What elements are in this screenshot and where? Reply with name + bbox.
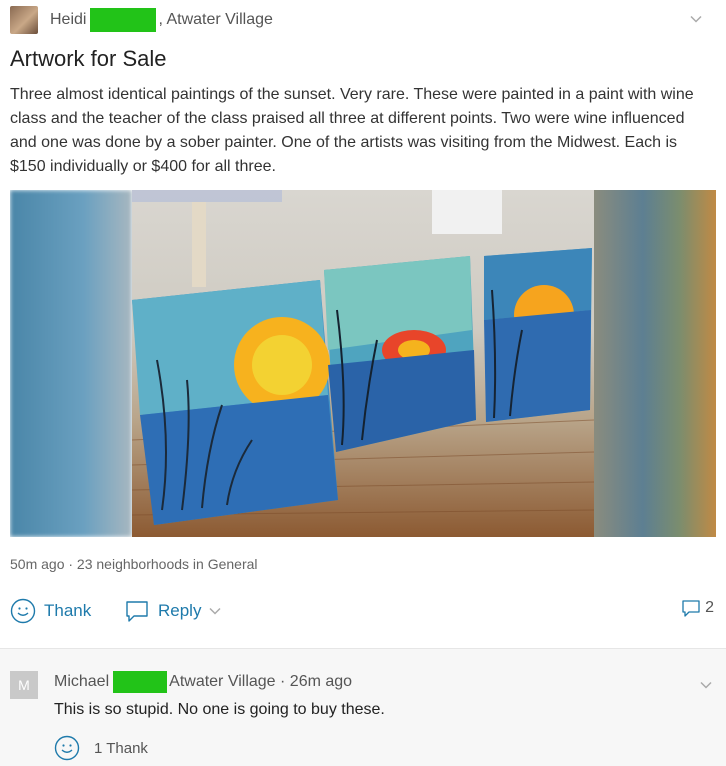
redaction-box bbox=[90, 8, 157, 32]
speech-bubble-icon bbox=[126, 601, 148, 622]
thank-button[interactable]: Thank bbox=[10, 598, 91, 624]
author-location: , Atwater Village bbox=[158, 11, 273, 28]
post-title: Artwork for Sale bbox=[10, 46, 167, 71]
comment-text: This is so stupid. No one is going to bu… bbox=[54, 701, 385, 718]
reply-count[interactable]: 2 bbox=[681, 598, 714, 618]
reply-label: Reply bbox=[158, 601, 202, 620]
reply-button[interactable]: Reply bbox=[124, 598, 221, 624]
thank-label: Thank bbox=[44, 601, 92, 620]
speech-bubble-icon bbox=[682, 600, 700, 617]
commenter-avatar[interactable]: M bbox=[10, 671, 38, 699]
author-name[interactable]: Heidi bbox=[50, 11, 86, 29]
comment-thank-button[interactable]: 1 Thank bbox=[54, 735, 148, 761]
painting-right bbox=[484, 248, 592, 422]
photo-blur-right bbox=[594, 190, 716, 537]
post-actions: Thank Reply 2 bbox=[10, 598, 716, 628]
comment: M Michael Atwater Village · 26m ago This… bbox=[0, 648, 726, 766]
chevron-down-icon bbox=[209, 607, 221, 615]
paintings-illustration bbox=[132, 190, 594, 525]
comment-header: Michael Atwater Village · 26m ago bbox=[54, 671, 352, 693]
reply-count-value: 2 bbox=[705, 599, 714, 616]
post-meta: 50m ago · 23 neighborhoods in General bbox=[10, 556, 258, 572]
smiley-icon bbox=[10, 598, 36, 624]
post-body: Three almost identical paintings of the … bbox=[10, 86, 694, 175]
commenter-location: Atwater Village · 26m ago bbox=[169, 673, 353, 690]
author-avatar[interactable] bbox=[10, 6, 38, 34]
smiley-icon bbox=[54, 735, 80, 761]
painting-left bbox=[132, 280, 338, 525]
redaction-box bbox=[113, 671, 168, 693]
chevron-down-icon[interactable] bbox=[700, 679, 712, 691]
chevron-down-icon[interactable] bbox=[690, 13, 702, 25]
photo-blur-left bbox=[10, 190, 132, 537]
painting-middle bbox=[324, 256, 476, 452]
post-header: Heidi , Atwater Village bbox=[10, 5, 716, 35]
comment-thank-label: 1 Thank bbox=[94, 739, 148, 757]
commenter-name[interactable]: Michael bbox=[54, 673, 109, 691]
post-photo[interactable] bbox=[10, 190, 716, 537]
